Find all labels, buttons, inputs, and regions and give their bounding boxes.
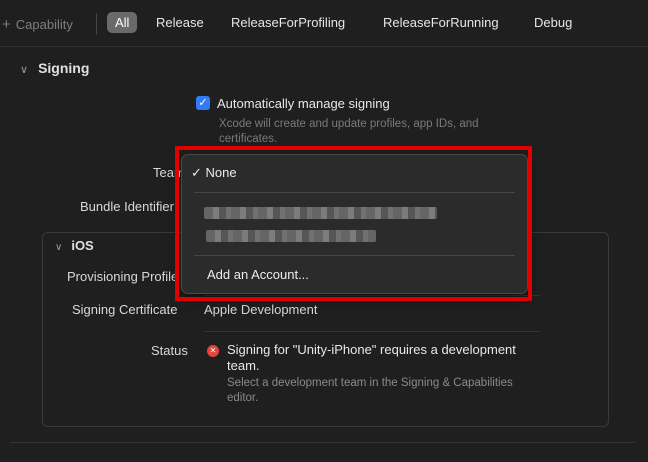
signing-section-header[interactable]: ∨ Signing <box>20 60 89 76</box>
status-label: Status <box>151 343 188 358</box>
auto-manage-signing-checkbox[interactable]: ✓ <box>196 96 210 110</box>
add-capability-button[interactable]: + Capability <box>2 16 73 33</box>
toolbar-divider <box>96 13 97 35</box>
ios-title: iOS <box>71 238 94 253</box>
section-divider <box>10 442 636 443</box>
annotation-highlight-box <box>175 146 532 301</box>
chevron-down-icon[interactable]: ∨ <box>20 64 28 76</box>
tab-release-for-running[interactable]: ReleaseForRunning <box>383 15 499 30</box>
signing-title: Signing <box>38 60 90 76</box>
tab-all[interactable]: All <box>107 12 138 33</box>
tab-release[interactable]: Release <box>156 15 204 30</box>
signing-certificate-label: Signing Certificate <box>72 302 178 317</box>
provisioning-profile-label: Provisioning Profile <box>67 269 179 284</box>
capability-label: Capability <box>15 17 73 32</box>
plus-icon: + <box>2 16 11 33</box>
ios-section-header[interactable]: ∨ iOS <box>55 238 94 253</box>
chevron-down-icon[interactable]: ∨ <box>55 242 62 253</box>
auto-manage-signing-description: Xcode will create and update profiles, a… <box>219 118 479 145</box>
row-divider <box>204 331 540 332</box>
bundle-identifier-label: Bundle Identifier <box>80 199 174 214</box>
error-icon: ✕ <box>207 345 219 357</box>
status-detail: Select a development team in the Signing… <box>227 377 513 404</box>
tab-release-for-profiling[interactable]: ReleaseForProfiling <box>231 15 345 30</box>
status-message: Signing for "Unity-iPhone" requires a de… <box>227 342 516 373</box>
auto-manage-signing-label[interactable]: Automatically manage signing <box>217 96 390 111</box>
signing-certificate-value[interactable]: Apple Development <box>204 302 317 317</box>
tab-debug[interactable]: Debug <box>534 15 572 30</box>
capabilities-toolbar: + Capability All Release ReleaseForProfil… <box>0 0 648 47</box>
